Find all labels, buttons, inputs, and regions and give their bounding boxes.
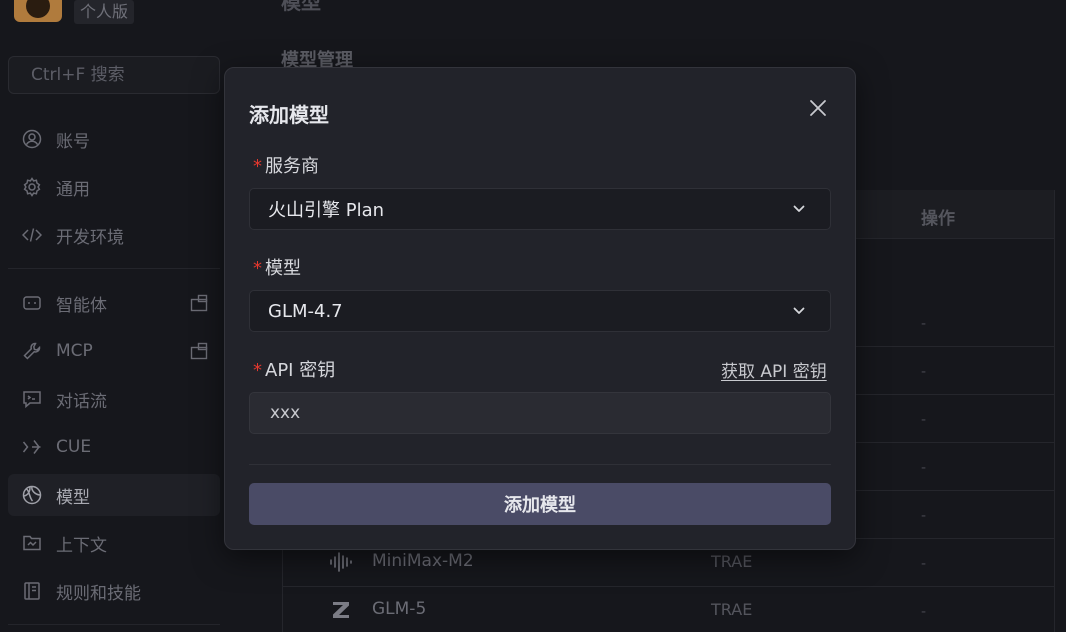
external-window-icon[interactable] [190,342,208,360]
row-ops[interactable]: - [921,556,926,572]
row-ops[interactable]: - [921,604,926,620]
row-ops[interactable]: - [921,508,926,524]
sidebar-item-label: 开发环境 [56,227,124,248]
close-button[interactable] [807,99,829,121]
add-model-button[interactable]: 添加模型 [249,483,831,525]
provider-label-text: 服务商 [265,156,319,177]
add-model-dialog: 添加模型 * 服务商 火山引擎 Plan * 模型 GLM-4.7 * API 密钥 [224,67,856,550]
plan-badge: 个人版 [74,0,135,24]
sidebar-divider [8,268,220,269]
folder-context-icon [22,533,42,553]
search-input[interactable]: Ctrl+F 搜索 [8,56,220,94]
waveform-icon [329,551,353,573]
chevron-down-icon [792,202,806,216]
sidebar-item-mcp[interactable]: MCP [8,330,220,372]
sidebar-item-cue[interactable]: CUE [8,426,220,468]
api-key-input[interactable] [249,392,831,434]
settings-app: 个人版 Ctrl+F 搜索 账号 通用 开发环境 智能体 MCP 对话流 CUE… [0,0,1066,632]
row-ops[interactable]: - [921,412,926,428]
sidebar-item-rules-skills[interactable]: 规则和技能 [8,570,220,612]
model-provider: TRAE [711,600,753,619]
sidebar-divider [8,624,220,625]
table-row: GLM-5 TRAE - [283,586,1054,632]
sidebar-item-agents[interactable]: 智能体 [8,282,220,324]
model-provider: TRAE [711,552,753,571]
model-label: * 模型 [253,254,301,280]
sidebar-item-label: 规则和技能 [56,583,141,604]
api-key-label-text: API 密钥 [265,360,336,381]
sidebar-item-dev-env[interactable]: 开发环境 [8,214,220,256]
sidebar-item-label: 上下文 [56,535,107,556]
provider-label: * 服务商 [253,152,319,178]
provider-select[interactable]: 火山引擎 Plan [249,188,831,230]
book-icon [22,581,42,601]
provider-select-value: 火山引擎 Plan [268,200,385,221]
zhipu-logo-icon [329,599,353,621]
sidebar-item-context[interactable]: 上下文 [8,522,220,564]
sidebar-item-label: MCP [56,341,93,361]
sidebar-item-label: 账号 [56,131,90,152]
dialog-divider [249,464,831,465]
wrench-icon [22,341,42,361]
sidebar-item-label: CUE [56,437,92,457]
required-mark: * [253,156,262,177]
api-key-label: * API 密钥 [253,356,335,382]
model-sphere-icon [22,485,42,505]
model-name: GLM-5 [372,599,427,619]
user-circle-icon [22,129,42,149]
terminal-chat-icon [22,389,42,409]
sidebar-item-dialog-flow[interactable]: 对话流 [8,378,220,420]
model-select-value: GLM-4.7 [268,300,343,322]
row-ops[interactable]: - [921,316,926,332]
model-name: MiniMax-M2 [372,551,474,571]
required-mark: * [253,360,262,381]
chevron-down-icon [792,304,806,318]
sidebar-item-label: 智能体 [56,295,107,316]
cue-icon [22,437,42,457]
sidebar-item-label: 模型 [56,487,90,508]
close-icon [809,99,827,121]
column-header-ops: 操作 [921,209,955,229]
gear-icon [22,177,42,197]
row-ops[interactable]: - [921,460,926,476]
model-label-text: 模型 [265,258,301,279]
sidebar-item-account[interactable]: 账号 [8,118,220,160]
code-icon [22,225,42,245]
sidebar-item-general[interactable]: 通用 [8,166,220,208]
dialog-title: 添加模型 [249,103,329,127]
sidebar-item-label: 通用 [56,179,90,200]
avatar[interactable] [14,0,62,22]
sidebar-item-label: 对话流 [56,391,107,412]
external-window-icon[interactable] [190,294,208,312]
model-select[interactable]: GLM-4.7 [249,290,831,332]
sidebar-item-models[interactable]: 模型 [8,474,220,516]
row-ops[interactable]: - [921,364,926,380]
required-mark: * [253,258,262,279]
get-api-key-link[interactable]: 获取 API 密钥 [721,357,827,382]
page-title: 模型 [281,0,321,14]
robot-icon [22,293,42,313]
sidebar: 个人版 Ctrl+F 搜索 账号 通用 开发环境 智能体 MCP 对话流 CUE… [0,0,232,632]
